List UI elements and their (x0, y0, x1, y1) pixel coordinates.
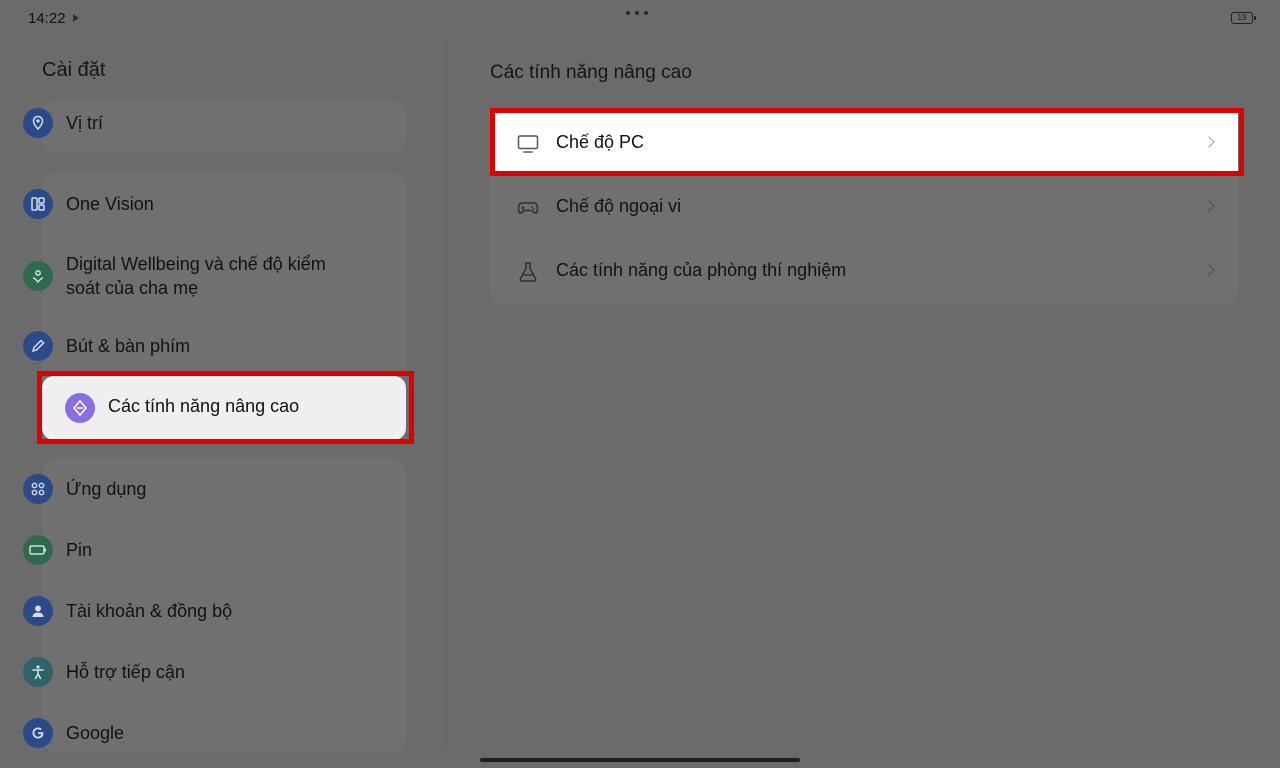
sidebar-item-label: Tài khoản & đồng bộ (66, 601, 233, 621)
sidebar-item-label: Vị trí (66, 113, 104, 133)
chevron-right-icon (1203, 264, 1215, 276)
google-icon (23, 718, 53, 748)
sidebar-item-accessibility[interactable]: Hỗ trợ tiếp cận (0, 645, 364, 701)
sidebar-item-digital-wellbeing[interactable]: Digital Wellbeing và chế độ kiểm soát củ… (0, 246, 364, 310)
panel-divider (446, 38, 447, 750)
battery-status-icon: 19 (1231, 12, 1256, 24)
location-pin-icon (23, 108, 53, 138)
sidebar-item-one-vision[interactable]: One Vision (0, 176, 364, 232)
sidebar-item-label: Digital Wellbeing và chế độ kiểm (66, 254, 326, 274)
status-bar: 14:22 19 (0, 0, 1280, 38)
row-label: Các tính năng của phòng thí nghiệm (556, 260, 847, 280)
sidebar-item-accounts-sync[interactable]: Tài khoản & đồng bộ (0, 584, 364, 640)
gamepad-icon (516, 196, 540, 220)
wellbeing-icon (23, 261, 53, 291)
sidebar-item-pen-keyboard[interactable]: Bút & bàn phím (0, 318, 364, 374)
sidebar-item-label: Google (66, 723, 125, 743)
highlight-box-pc-mode (490, 108, 1244, 176)
sidebar-item-label: Ứng dụng (66, 479, 147, 499)
sidebar-item-label: Bút & bàn phím (66, 336, 191, 356)
window-handle-dots[interactable] (626, 11, 648, 15)
home-gesture-bar[interactable] (480, 758, 800, 762)
lab-flask-icon (516, 260, 540, 284)
sidebar-item-label: Hỗ trợ tiếp cận (66, 662, 185, 682)
page-title: Các tính năng nâng cao (490, 62, 692, 83)
sidebar-item-label-line2: soát của cha mẹ (66, 278, 199, 298)
account-icon (23, 596, 53, 626)
chevron-right-icon (1203, 200, 1215, 212)
battery-icon (23, 535, 53, 565)
pencil-icon (23, 331, 53, 361)
media-play-icon (73, 14, 79, 22)
status-time: 14:22 (28, 10, 66, 27)
sidebar-item-google[interactable]: Google (0, 706, 364, 762)
settings-title: Cài đặt (42, 59, 106, 81)
lab-features-row[interactable]: Các tính năng của phòng thí nghiệm (490, 240, 1238, 304)
apps-grid-icon (23, 474, 53, 504)
highlight-box-advanced-features (37, 371, 414, 444)
sidebar-item-label: Pin (66, 540, 93, 560)
sidebar-item-apps[interactable]: Ứng dụng (0, 462, 364, 518)
sidebar-item-location[interactable]: Vị trí (0, 100, 364, 146)
one-vision-icon (23, 189, 53, 219)
peripheral-mode-row[interactable]: Chế độ ngoại vi (490, 176, 1238, 240)
accessibility-icon (23, 657, 53, 687)
sidebar-item-battery[interactable]: Pin (0, 523, 364, 579)
sidebar-item-label: One Vision (66, 194, 154, 214)
row-label: Chế độ ngoại vi (556, 196, 682, 216)
